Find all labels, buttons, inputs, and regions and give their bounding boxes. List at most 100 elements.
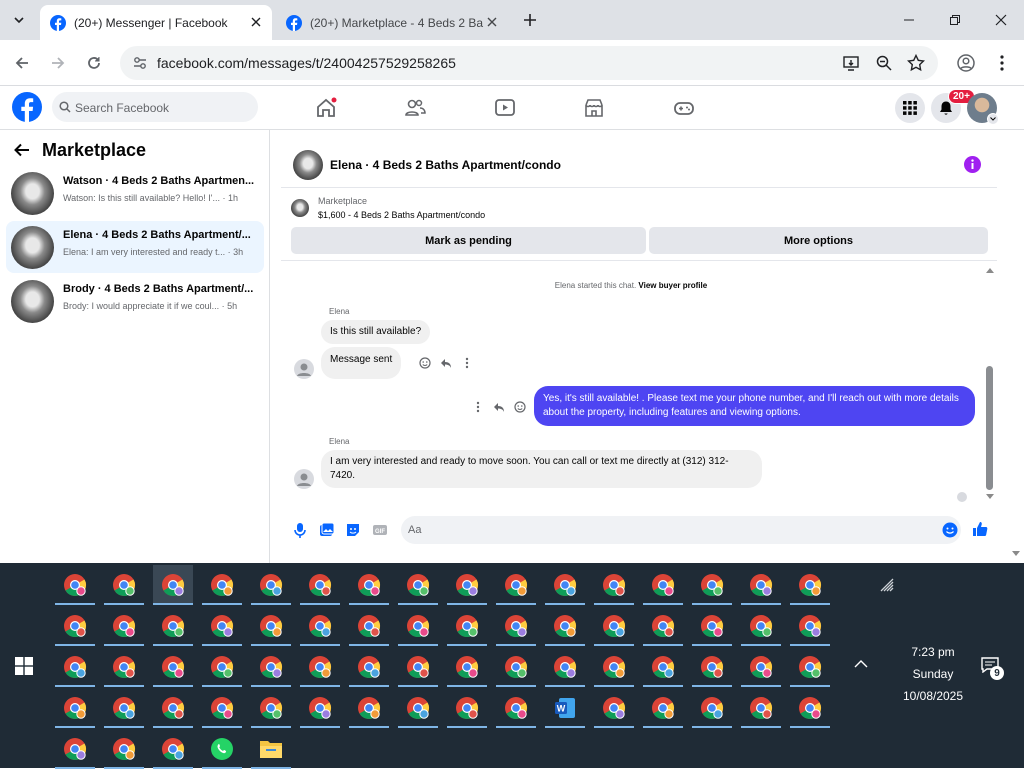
chrome-profile-icon[interactable]	[153, 688, 193, 728]
account-chevron-icon[interactable]	[987, 113, 999, 125]
chrome-profile-icon[interactable]	[153, 647, 193, 687]
chrome-profile-icon[interactable]	[55, 565, 95, 605]
notification-center-button[interactable]: 9	[981, 657, 1004, 680]
chrome-profile-icon[interactable]	[545, 606, 585, 646]
chrome-profile-icon[interactable]	[349, 565, 389, 605]
chrome-profile-icon[interactable]	[349, 606, 389, 646]
chrome-profile-icon[interactable]	[153, 729, 193, 769]
windows-start-icon[interactable]	[15, 657, 33, 675]
sticker-icon[interactable]	[344, 521, 362, 539]
restore-icon[interactable]	[932, 0, 978, 40]
gaming-icon[interactable]	[673, 97, 695, 119]
chrome-profile-icon[interactable]	[104, 688, 144, 728]
zoom-icon[interactable]	[875, 54, 893, 72]
chrome-profile-icon[interactable]	[790, 565, 830, 605]
scroll-thumb[interactable]	[986, 366, 993, 490]
taskbar-clock[interactable]: 7:23 pm Sunday 10/08/2025	[880, 641, 986, 707]
chrome-profile-icon[interactable]	[300, 647, 340, 687]
tab-marketplace[interactable]: (20+) Marketplace - 4 Beds 2 Ba	[276, 5, 508, 40]
chrome-profile-icon[interactable]	[300, 606, 340, 646]
chrome-profile-icon[interactable]	[643, 565, 683, 605]
chrome-profile-icon[interactable]	[447, 606, 487, 646]
back-icon[interactable]	[11, 52, 33, 74]
bookmark-star-icon[interactable]	[907, 54, 925, 72]
chrome-profile-icon[interactable]	[202, 647, 242, 687]
react-icon[interactable]	[513, 400, 527, 414]
chrome-profile-icon[interactable]	[251, 688, 291, 728]
chrome-profile-icon[interactable]	[741, 688, 781, 728]
chrome-profile-icon[interactable]	[104, 606, 144, 646]
chrome-profile-icon[interactable]	[104, 565, 144, 605]
chrome-profile-icon[interactable]	[447, 688, 487, 728]
chrome-profile-icon[interactable]	[447, 565, 487, 605]
conversation-item-brody[interactable]: Brody · 4 Beds 2 Baths Apartment/... Bro…	[6, 275, 264, 327]
marketplace-icon[interactable]	[583, 97, 605, 119]
thumbs-up-icon[interactable]	[971, 520, 989, 538]
chrome-profile-icon[interactable]	[55, 729, 95, 769]
reload-icon[interactable]	[83, 52, 105, 74]
close-window-icon[interactable]	[978, 0, 1024, 40]
site-info-icon[interactable]	[132, 55, 148, 71]
chrome-profile-icon[interactable]	[55, 606, 95, 646]
chrome-profile-icon[interactable]	[398, 565, 438, 605]
chrome-profile-icon[interactable]	[496, 688, 536, 728]
chrome-profile-icon[interactable]	[153, 565, 193, 605]
tab-close-icon[interactable]	[484, 14, 500, 30]
more-actions-icon[interactable]	[471, 400, 485, 414]
chrome-profile-icon[interactable]	[594, 606, 634, 646]
chrome-profile-icon[interactable]	[153, 606, 193, 646]
facebook-logo-icon[interactable]	[12, 92, 42, 122]
chrome-profile-icon[interactable]	[692, 565, 732, 605]
chrome-profile-icon[interactable]	[202, 688, 242, 728]
chrome-profile-icon[interactable]	[104, 647, 144, 687]
chrome-profile-icon[interactable]	[300, 565, 340, 605]
chrome-profile-icon[interactable]	[55, 647, 95, 687]
more-options-button[interactable]: More options	[649, 227, 988, 254]
chrome-profile-icon[interactable]	[643, 647, 683, 687]
chrome-profile-icon[interactable]	[790, 688, 830, 728]
chrome-profile-icon[interactable]	[790, 647, 830, 687]
chrome-profile-icon[interactable]	[349, 688, 389, 728]
chrome-profile-icon[interactable]	[251, 606, 291, 646]
tab-close-icon[interactable]	[248, 14, 264, 30]
message-bubble[interactable]: Message sent	[321, 347, 402, 379]
video-icon[interactable]	[494, 97, 516, 119]
profile-icon[interactable]	[955, 52, 977, 74]
chrome-profile-icon[interactable]	[349, 647, 389, 687]
chrome-profile-icon[interactable]	[55, 688, 95, 728]
listing-title[interactable]: $1,600 - 4 Beds 2 Baths Apartment/condo	[318, 210, 485, 220]
chrome-profile-icon[interactable]	[594, 565, 634, 605]
message-bubble[interactable]: Is this still available?	[321, 320, 431, 344]
back-arrow-icon[interactable]	[14, 143, 30, 157]
chrome-profile-icon[interactable]	[104, 729, 144, 769]
photo-icon[interactable]	[317, 521, 335, 539]
info-icon[interactable]	[964, 156, 981, 173]
message-scrollbar[interactable]	[984, 264, 997, 504]
chrome-profile-icon[interactable]	[594, 688, 634, 728]
tab-messenger[interactable]: (20+) Messenger | Facebook	[40, 5, 272, 40]
more-actions-icon[interactable]	[460, 356, 474, 370]
conversation-item-watson[interactable]: Watson · 4 Beds 2 Baths Apartmen... Wats…	[6, 167, 264, 219]
minimize-icon[interactable]	[886, 0, 932, 40]
chrome-profile-icon[interactable]	[398, 688, 438, 728]
view-buyer-profile-link[interactable]: View buyer profile	[638, 281, 707, 290]
menu-kebab-icon[interactable]	[991, 52, 1013, 74]
message-input[interactable]: Aa	[401, 516, 961, 544]
chrome-profile-icon[interactable]	[643, 688, 683, 728]
tab-search-button[interactable]	[6, 8, 32, 32]
home-icon[interactable]	[315, 97, 337, 119]
chrome-profile-icon[interactable]	[496, 647, 536, 687]
chrome-profile-icon[interactable]	[692, 606, 732, 646]
show-hidden-icons-chevron-icon[interactable]	[854, 659, 868, 669]
my-message-bubble[interactable]: Yes, it's still available! . Please text…	[534, 386, 975, 426]
page-scroll-down-icon[interactable]	[1012, 550, 1020, 558]
friends-icon[interactable]	[404, 97, 426, 119]
omnibox[interactable]: facebook.com/messages/t/2400425752925826…	[120, 46, 938, 80]
chrome-profile-icon[interactable]	[447, 647, 487, 687]
chrome-profile-icon[interactable]	[790, 606, 830, 646]
install-app-icon[interactable]	[842, 54, 860, 72]
chrome-profile-icon[interactable]	[594, 647, 634, 687]
chrome-profile-icon[interactable]	[300, 688, 340, 728]
chrome-profile-icon[interactable]	[398, 647, 438, 687]
menu-grid-button[interactable]	[895, 93, 925, 123]
